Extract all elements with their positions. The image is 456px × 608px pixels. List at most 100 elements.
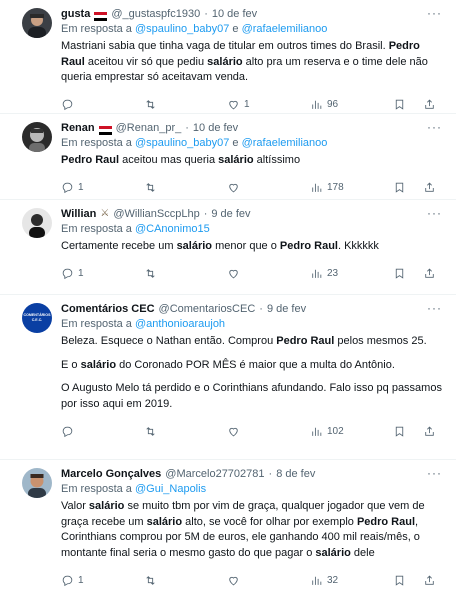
reply-context: Em resposta a @spaulino_baby07 e @rafael… — [61, 22, 444, 37]
reply-icon — [62, 182, 73, 194]
tweet-date[interactable]: 8 de fev — [276, 466, 315, 482]
like-button[interactable] — [227, 267, 305, 280]
separator: · — [203, 208, 208, 220]
right-actions — [393, 181, 436, 194]
avatar[interactable] — [22, 122, 52, 152]
more-icon[interactable]: ··· — [427, 206, 442, 220]
bookmark-button[interactable] — [393, 181, 415, 194]
share-button[interactable] — [423, 267, 436, 280]
tweet-header: Willian ⚔ @WillianSccpLhp · 9 de fev — [61, 206, 444, 222]
views-button[interactable]: 23 — [310, 267, 388, 280]
views-icon — [312, 269, 322, 278]
reply-button[interactable]: 1 — [61, 181, 139, 194]
author-handle[interactable]: @WillianSccpLhp — [113, 206, 199, 222]
retweet-button[interactable] — [144, 425, 222, 438]
share-button[interactable] — [423, 181, 436, 194]
like-button[interactable] — [227, 574, 305, 587]
tweet[interactable]: Marcelo Gonçalves @Marcelo27702781 · 8 d… — [0, 460, 456, 608]
action-bar: 1 178 — [61, 175, 444, 201]
author-name[interactable]: Marcelo Gonçalves — [61, 466, 161, 482]
like-button[interactable]: 1 — [227, 98, 305, 111]
retweet-button[interactable] — [144, 267, 222, 280]
author-handle[interactable]: @Marcelo27702781 — [165, 466, 264, 482]
reply-count: 1 — [78, 574, 84, 586]
mention-link[interactable]: @CAnonimo15 — [135, 223, 210, 235]
views-button[interactable]: 32 — [310, 574, 388, 587]
action-bar: 1 32 — [61, 567, 444, 593]
reply-context: Em resposta a @anthonioaraujoh — [61, 317, 444, 332]
author-name[interactable]: Renan — [61, 120, 95, 136]
bookmark-button[interactable] — [393, 267, 415, 280]
like-button[interactable] — [227, 425, 305, 438]
share-icon — [425, 99, 434, 109]
reply-button[interactable] — [61, 425, 139, 438]
views-icon — [312, 427, 322, 436]
views-icon — [312, 576, 322, 585]
flag-emoji — [98, 124, 112, 135]
highlight-term: Pedro Raul — [276, 335, 335, 347]
author-handle[interactable]: @ComentariosCEC — [159, 301, 256, 317]
reply-prefix: Em resposta a — [61, 23, 132, 35]
tweet[interactable]: Renan @Renan_pr_ · 10 de fev ··· Em resp… — [0, 114, 456, 200]
bookmark-button[interactable] — [393, 98, 415, 111]
tweet-date[interactable]: 9 de fev — [211, 206, 250, 222]
tweet[interactable]: Willian ⚔ @WillianSccpLhp · 9 de fev ···… — [0, 200, 456, 295]
separator: · — [259, 303, 263, 315]
views-button[interactable]: 178 — [310, 181, 388, 194]
retweet-button[interactable] — [144, 574, 222, 587]
author-name[interactable]: Willian — [61, 206, 96, 222]
more-icon[interactable]: ··· — [427, 301, 442, 315]
author-name[interactable]: Comentários CEC — [61, 301, 155, 317]
tweet-date[interactable]: 9 de fev — [267, 301, 306, 317]
bookmark-button[interactable] — [393, 425, 415, 438]
views-button[interactable]: 96 — [310, 98, 388, 111]
views-button[interactable]: 102 — [310, 425, 388, 438]
more-icon[interactable]: ··· — [427, 466, 442, 480]
text-segment: Beleza. Esquece o Nathan então. Comprou — [61, 335, 277, 347]
highlight-term: salário — [315, 546, 351, 559]
retweet-button[interactable] — [144, 98, 222, 111]
text-segment: Mastriani sabia que tinha vaga de titula… — [61, 40, 389, 52]
more-icon[interactable]: ··· — [427, 6, 442, 20]
tweet[interactable]: COMENTÁRIOS C.E.C. Comentários CEC @Comen… — [0, 295, 456, 460]
highlight-term: salário — [218, 154, 254, 166]
tweet-text: Valor salário se muito tbm por vim de gr… — [61, 499, 444, 561]
reply-button[interactable]: 1 — [61, 574, 139, 587]
avatar[interactable] — [22, 208, 52, 238]
mention-link[interactable]: @spaulino_baby07 — [135, 23, 229, 35]
retweet-icon — [146, 575, 155, 585]
mention-link[interactable]: @rafaelemilianoo — [242, 23, 328, 35]
text-segment: dele — [350, 546, 375, 559]
mention-link[interactable]: @spaulino_baby07 — [135, 137, 229, 149]
avatar[interactable] — [22, 8, 52, 38]
swords-emoji: ⚔ — [100, 208, 110, 219]
paragraph: Beleza. Esquece o Nathan então. Comprou … — [61, 334, 444, 350]
avatar[interactable] — [22, 468, 52, 498]
author-name[interactable]: gusta — [61, 6, 90, 22]
reply-button[interactable] — [61, 98, 139, 111]
like-button[interactable] — [227, 181, 305, 194]
share-button[interactable] — [423, 98, 436, 111]
author-handle[interactable]: @_gustaspfc1930 — [111, 6, 200, 22]
right-actions — [393, 98, 436, 111]
mention-link[interactable]: @rafaelemilianoo — [242, 137, 328, 149]
reply-prefix: Em resposta a — [61, 318, 132, 330]
tweet-date[interactable]: 10 de fev — [193, 120, 238, 136]
share-button[interactable] — [423, 574, 436, 587]
author-handle[interactable]: @Renan_pr_ — [116, 120, 182, 136]
share-button[interactable] — [423, 425, 436, 438]
avatar[interactable]: COMENTÁRIOS C.E.C. — [22, 303, 52, 333]
more-icon[interactable]: ··· — [427, 120, 442, 134]
mention-link[interactable]: @anthonioaraujoh — [135, 318, 225, 330]
tweet[interactable]: gusta @_gustaspfc1930 · 10 de fev ··· Em… — [0, 0, 456, 114]
bookmark-button[interactable] — [393, 574, 415, 587]
reply-button[interactable]: 1 — [61, 267, 139, 280]
bookmark-icon — [395, 426, 404, 437]
mention-link[interactable]: @Gui_Napolis — [135, 483, 206, 495]
retweet-button[interactable] — [144, 181, 222, 194]
text-segment: menor que o — [212, 240, 280, 252]
highlight-term: salário — [176, 240, 213, 252]
tweet-date[interactable]: 10 de fev — [212, 6, 257, 22]
views-count: 96 — [327, 99, 339, 110]
